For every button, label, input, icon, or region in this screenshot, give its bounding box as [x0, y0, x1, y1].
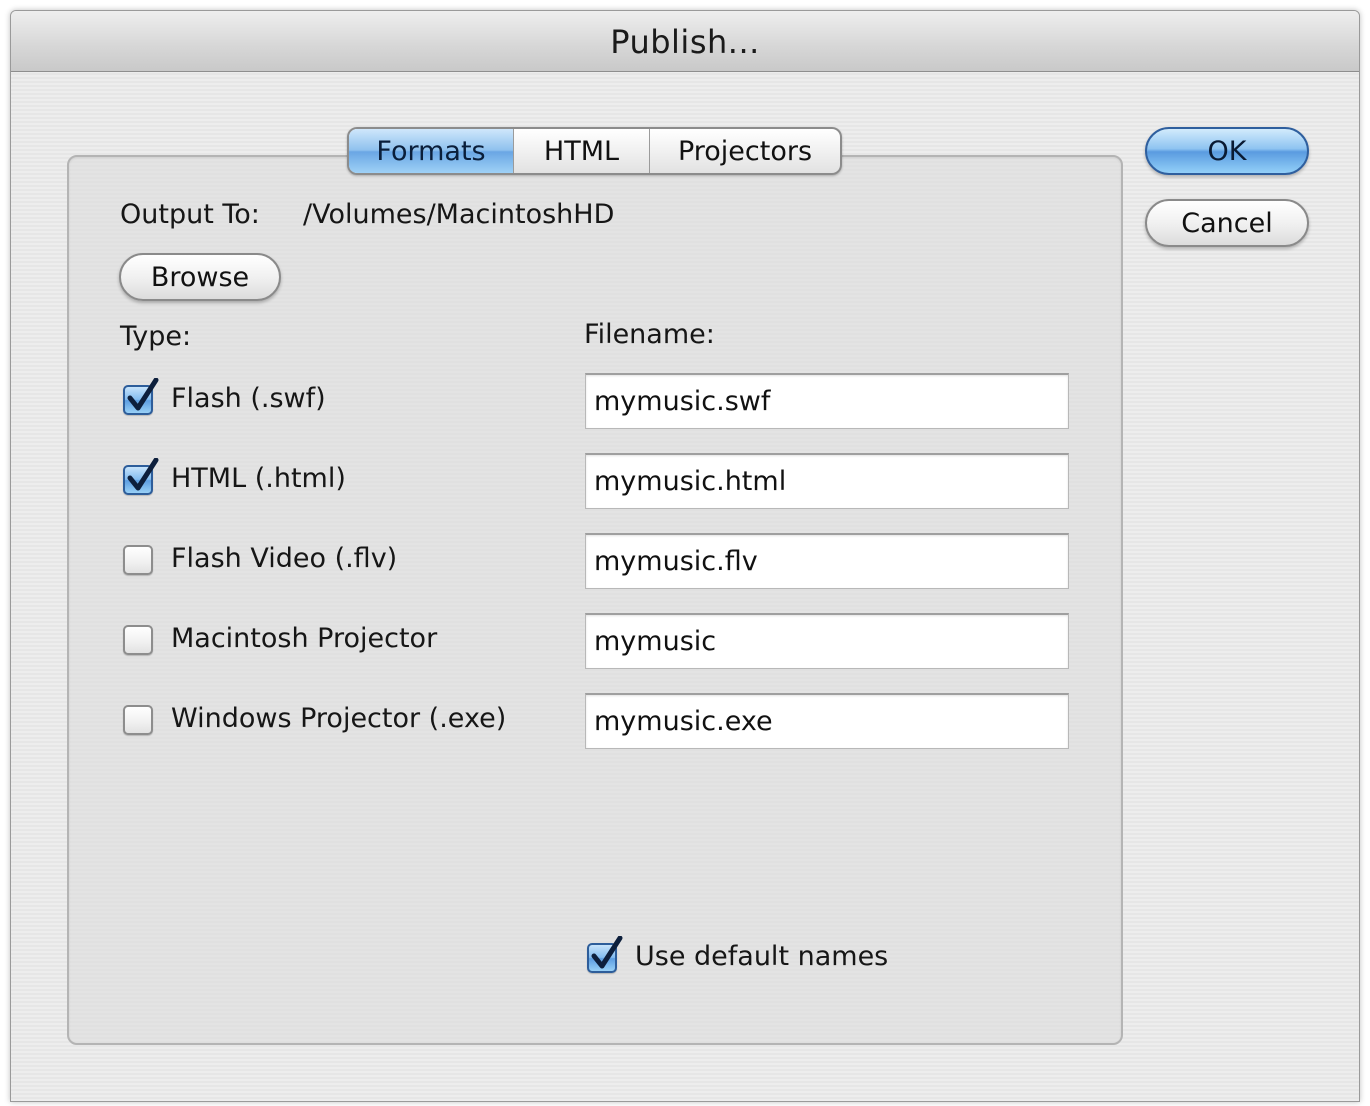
flash-swf-filename-input[interactable]	[585, 373, 1069, 429]
cancel-button[interactable]: Cancel	[1145, 199, 1309, 247]
checkmark-icon	[591, 936, 623, 969]
tab-bar: Formats HTML Projectors	[347, 127, 842, 175]
flash-swf-label: Flash (.swf)	[171, 383, 326, 414]
html-label: HTML (.html)	[171, 463, 346, 494]
use-default-names-checkbox[interactable]	[587, 936, 623, 973]
checkmark-icon	[127, 458, 159, 491]
tab-projectors[interactable]: Projectors	[649, 129, 840, 173]
macintosh-projector-label: Macintosh Projector	[171, 623, 438, 654]
output-path: /Volumes/MacintoshHD	[303, 199, 615, 230]
browse-button[interactable]: Browse	[119, 253, 281, 301]
flash-video-checkbox[interactable]	[123, 545, 153, 575]
publish-dialog: Publish... Formats HTML Projectors OK Ca…	[10, 10, 1360, 1102]
checkmark-icon	[127, 378, 159, 411]
tab-html[interactable]: HTML	[513, 129, 649, 173]
macintosh-projector-filename-input[interactable]	[585, 613, 1069, 669]
use-default-names-label: Use default names	[635, 941, 889, 972]
windows-projector-label: Windows Projector (.exe)	[171, 703, 507, 734]
flash-swf-checkbox[interactable]	[123, 378, 159, 415]
type-header: Type:	[120, 321, 192, 352]
tab-formats[interactable]: Formats	[349, 129, 513, 173]
windows-projector-filename-input[interactable]	[585, 693, 1069, 749]
title-bar[interactable]: Publish...	[11, 11, 1359, 72]
output-to-label: Output To:	[120, 199, 260, 230]
ok-button[interactable]: OK	[1145, 127, 1309, 175]
macintosh-projector-checkbox[interactable]	[123, 625, 153, 655]
html-filename-input[interactable]	[585, 453, 1069, 509]
dialog-title: Publish...	[610, 23, 760, 61]
flash-video-label: Flash Video (.flv)	[171, 543, 398, 574]
filename-header: Filename:	[584, 319, 715, 350]
flash-video-filename-input[interactable]	[585, 533, 1069, 589]
html-checkbox[interactable]	[123, 458, 159, 495]
windows-projector-checkbox[interactable]	[123, 705, 153, 735]
